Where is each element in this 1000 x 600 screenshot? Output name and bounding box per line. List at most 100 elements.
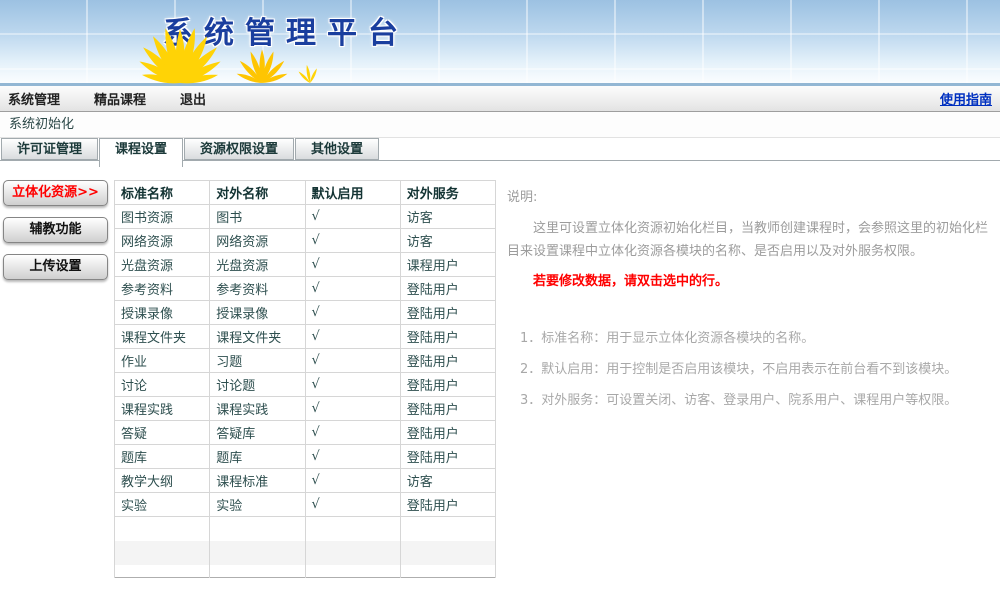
external-service-cell: 课程用户 (400, 253, 495, 277)
table-row-empty (115, 517, 496, 541)
default-enabled-cell: √ (305, 229, 400, 253)
empty-cell (305, 565, 400, 578)
default-enabled-cell: √ (305, 253, 400, 277)
standard-name-cell: 答疑 (115, 421, 210, 445)
table-row[interactable]: 光盘资源光盘资源√课程用户 (115, 253, 496, 277)
empty-cell (210, 565, 305, 578)
table-row[interactable]: 授课录像授课录像√登陆用户 (115, 301, 496, 325)
column-header: 标准名称 (115, 181, 210, 205)
tab-license-management[interactable]: 许可证管理 (1, 138, 98, 160)
tab-resource-permission-settings[interactable]: 资源权限设置 (184, 138, 294, 160)
table-header: 标准名称对外名称默认启用对外服务 (115, 181, 496, 205)
column-header: 对外名称 (210, 181, 305, 205)
external-service-cell: 登陆用户 (400, 397, 495, 421)
external-name-cell: 参考资料 (210, 277, 305, 301)
info-item-3: 3．对外服务：可设置关闭、访客、登录用户、院系用户、课程用户等权限。 (507, 389, 995, 408)
standard-name-cell: 光盘资源 (115, 253, 210, 277)
sidebar: 立体化资源>> 辅教功能上传设置 (2, 180, 114, 291)
empty-cell (115, 517, 210, 541)
info-list: 1．标准名称：用于显示立体化资源各模块的名称。 2．默认启用：用于控制是否启用该模… (507, 327, 995, 408)
empty-cell (115, 541, 210, 565)
default-enabled-cell: √ (305, 301, 400, 325)
table-row[interactable]: 课程文件夹课程文件夹√登陆用户 (115, 325, 496, 349)
info-item-2: 2．默认启用：用于控制是否启用该模块，不启用表示在前台看不到该模块。 (507, 358, 995, 377)
external-name-cell: 习题 (210, 349, 305, 373)
external-service-cell: 访客 (400, 469, 495, 493)
table-row[interactable]: 参考资料参考资料√登陆用户 (115, 277, 496, 301)
external-service-cell: 访客 (400, 205, 495, 229)
standard-name-cell: 授课录像 (115, 301, 210, 325)
table-row[interactable]: 讨论讨论题√登陆用户 (115, 373, 496, 397)
standard-name-cell: 课程实践 (115, 397, 210, 421)
table-row[interactable]: 实验实验√登陆用户 (115, 493, 496, 517)
default-enabled-cell: √ (305, 421, 400, 445)
external-service-cell: 登陆用户 (400, 445, 495, 469)
default-enabled-cell: √ (305, 469, 400, 493)
standard-name-cell: 教学大纲 (115, 469, 210, 493)
standard-name-cell: 课程文件夹 (115, 325, 210, 349)
tab-course-settings[interactable]: 课程设置 (99, 138, 183, 167)
default-enabled-cell: √ (305, 445, 400, 469)
external-name-cell: 网络资源 (210, 229, 305, 253)
external-service-cell: 登陆用户 (400, 325, 495, 349)
table-row[interactable]: 图书资源图书√访客 (115, 205, 496, 229)
user-guide-link[interactable]: 使用指南 (940, 89, 992, 108)
menu-items: 系统管理 精品课程 退出 (8, 89, 240, 108)
external-name-cell: 授课录像 (210, 301, 305, 325)
sidebar-button-teaching-aids[interactable]: 辅教功能 (3, 217, 108, 243)
standard-name-cell: 参考资料 (115, 277, 210, 301)
external-name-cell: 讨论题 (210, 373, 305, 397)
sidebar-button-upload-settings[interactable]: 上传设置 (3, 254, 108, 280)
table-row[interactable]: 网络资源网络资源√访客 (115, 229, 496, 253)
external-name-cell: 课程文件夹 (210, 325, 305, 349)
empty-cell (210, 541, 305, 565)
empty-cell (210, 517, 305, 541)
external-name-cell: 题库 (210, 445, 305, 469)
info-heading: 说明: (507, 186, 995, 205)
sunflower-image (92, 22, 332, 84)
table-row[interactable]: 作业习题√登陆用户 (115, 349, 496, 373)
menu-item-system-management[interactable]: 系统管理 (8, 89, 60, 108)
table-row[interactable]: 课程实践课程实践√登陆用户 (115, 397, 496, 421)
default-enabled-cell: √ (305, 373, 400, 397)
table-body: 图书资源图书√访客网络资源网络资源√访客光盘资源光盘资源√课程用户参考资料参考资… (115, 205, 496, 578)
info-item-1: 1．标准名称：用于显示立体化资源各模块的名称。 (507, 327, 995, 346)
external-service-cell: 登陆用户 (400, 301, 495, 325)
standard-name-cell: 实验 (115, 493, 210, 517)
column-header: 对外服务 (400, 181, 495, 205)
empty-cell (305, 541, 400, 565)
default-enabled-cell: √ (305, 493, 400, 517)
empty-cell (305, 517, 400, 541)
external-name-cell: 光盘资源 (210, 253, 305, 277)
table-row[interactable]: 题库题库√登陆用户 (115, 445, 496, 469)
external-service-cell: 登陆用户 (400, 277, 495, 301)
tab-bar: 许可证管理课程设置资源权限设置其他设置 (0, 138, 1000, 162)
standard-name-cell: 讨论 (115, 373, 210, 397)
resource-settings-table: 标准名称对外名称默认启用对外服务 图书资源图书√访客网络资源网络资源√访客光盘资… (114, 180, 496, 578)
info-panel: 说明: 这里可设置立体化资源初始化栏目，当教师创建课程时，会参照这里的初始化栏目… (507, 180, 995, 420)
standard-name-cell: 作业 (115, 349, 210, 373)
menu-item-featured-courses[interactable]: 精品课程 (94, 89, 146, 108)
sidebar-button-stereo-resources[interactable]: 立体化资源>> (3, 180, 108, 206)
tab-other-settings[interactable]: 其他设置 (295, 138, 379, 160)
table-row-empty (115, 541, 496, 565)
default-enabled-cell: √ (305, 349, 400, 373)
empty-cell (115, 565, 210, 578)
breadcrumb: 系统初始化 (0, 112, 1000, 138)
default-enabled-cell: √ (305, 277, 400, 301)
external-name-cell: 图书 (210, 205, 305, 229)
banner: 系统管理平台 (0, 0, 1000, 86)
external-service-cell: 登陆用户 (400, 493, 495, 517)
external-service-cell: 访客 (400, 229, 495, 253)
table-row[interactable]: 教学大纲课程标准√访客 (115, 469, 496, 493)
default-enabled-cell: √ (305, 325, 400, 349)
standard-name-cell: 网络资源 (115, 229, 210, 253)
table-row[interactable]: 答疑答疑库√登陆用户 (115, 421, 496, 445)
standard-name-cell: 题库 (115, 445, 210, 469)
menu-bar: 系统管理 精品课程 退出 使用指南 (0, 86, 1000, 112)
menu-item-logout[interactable]: 退出 (180, 89, 206, 108)
table-row-empty (115, 565, 496, 578)
external-service-cell: 登陆用户 (400, 421, 495, 445)
external-name-cell: 答疑库 (210, 421, 305, 445)
external-name-cell: 课程实践 (210, 397, 305, 421)
